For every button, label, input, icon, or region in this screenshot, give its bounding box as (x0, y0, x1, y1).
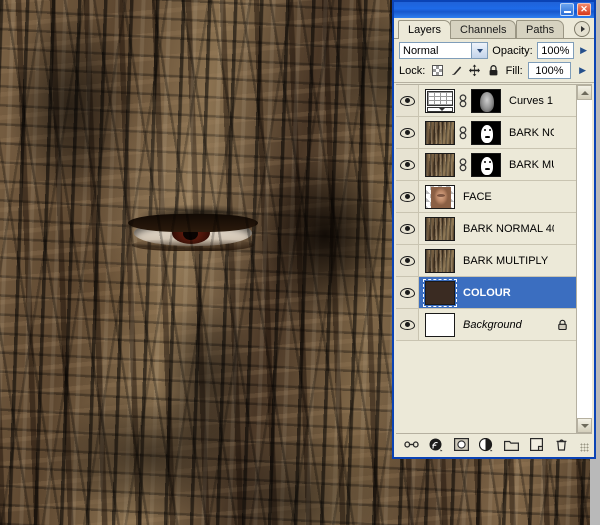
layer-list-scrollbar[interactable] (576, 85, 592, 433)
lock-all-icon[interactable] (487, 64, 501, 78)
layer-mask-link-icon[interactable] (458, 94, 468, 108)
layer-mask-link-icon[interactable] (458, 158, 468, 172)
layer-name: BARK MULTIPLY (463, 255, 554, 267)
layer-thumbnail[interactable] (425, 121, 455, 145)
layer-visibility-toggle[interactable] (396, 245, 419, 276)
layer-visibility-toggle[interactable] (396, 213, 419, 244)
new-adjustment-layer-icon[interactable] (479, 437, 494, 452)
layer-name: BARK NORMAL 40% (463, 223, 554, 235)
lock-label: Lock: (399, 65, 425, 77)
layer-style-fx-icon[interactable] (429, 437, 444, 452)
layer-visibility-toggle[interactable] (396, 85, 419, 116)
layer-mask-thumbnail[interactable] (471, 121, 501, 145)
layers-palette[interactable]: ✕ Layers Channels Paths Normal Opacity: … (392, 0, 596, 459)
tab-paths[interactable]: Paths (516, 20, 564, 38)
lock-image-pixels-icon[interactable] (449, 64, 463, 78)
link-layers-icon[interactable] (404, 437, 419, 452)
layer-thumbnail[interactable] (425, 89, 455, 113)
layer-list[interactable]: Curves 1 BARK NORMAL ... BARK MULTIPLY FACE… (396, 85, 576, 433)
new-layer-icon[interactable] (529, 437, 544, 452)
palette-tabstrip: Layers Channels Paths (394, 18, 594, 39)
layer-row[interactable]: BARK MULTIPLY (396, 245, 576, 277)
layer-row[interactable]: Background (396, 309, 576, 341)
layer-row[interactable]: BARK NORMAL ... (396, 117, 576, 149)
delete-layer-icon[interactable] (554, 437, 569, 452)
layer-list-container: Curves 1 BARK NORMAL ... BARK MULTIPLY FACE… (396, 84, 592, 433)
add-layer-mask-icon[interactable] (454, 437, 469, 452)
eye-icon (400, 288, 415, 298)
eye-icon (400, 320, 415, 330)
layer-row[interactable]: FACE (396, 181, 576, 213)
fill-label: Fill: (506, 65, 523, 77)
eye-icon (400, 128, 415, 138)
blend-mode-select[interactable]: Normal (399, 42, 488, 59)
lock-position-icon[interactable] (468, 64, 482, 78)
layers-bottom-toolbar (396, 433, 592, 455)
resize-grip[interactable] (580, 443, 589, 452)
opacity-input[interactable]: 100% (537, 42, 574, 59)
layer-name: COLOUR (463, 287, 554, 299)
fill-slider-arrow-icon[interactable]: ▶ (576, 62, 589, 79)
layer-row[interactable]: Curves 1 (396, 85, 576, 117)
minimize-button[interactable] (560, 3, 574, 16)
eye-icon (400, 96, 415, 106)
scroll-down-icon[interactable] (577, 418, 592, 433)
opacity-label: Opacity: (492, 45, 532, 57)
layer-thumbnail[interactable] (425, 281, 455, 305)
layer-name: BARK NORMAL ... (509, 127, 554, 139)
layer-mask-thumbnail[interactable] (471, 89, 501, 113)
layer-name: Background (463, 319, 554, 331)
layer-row[interactable]: BARK NORMAL 40% (396, 213, 576, 245)
layer-thumbnail[interactable] (425, 313, 455, 337)
layer-thumbnail[interactable] (425, 185, 455, 209)
layer-name: BARK MULTIPLY (509, 159, 554, 171)
opacity-slider-arrow-icon[interactable]: ▶ (578, 42, 589, 59)
lock-row: Lock: Fill: 100% ▶ (394, 61, 594, 83)
layer-visibility-toggle[interactable] (396, 117, 419, 148)
scroll-up-icon[interactable] (577, 85, 592, 100)
layer-mask-link-icon[interactable] (458, 126, 468, 140)
tab-channels[interactable]: Channels (450, 20, 516, 38)
layer-mask-thumbnail[interactable] (471, 153, 501, 177)
blend-mode-value: Normal (403, 45, 438, 57)
lock-transparency-icon[interactable] (430, 64, 444, 78)
layer-thumbnail[interactable] (425, 249, 455, 273)
eye-icon (400, 160, 415, 170)
eye-icon (400, 256, 415, 266)
layer-visibility-toggle[interactable] (396, 309, 419, 340)
eye-icon (400, 192, 415, 202)
layer-visibility-toggle[interactable] (396, 149, 419, 180)
layer-thumbnail[interactable] (425, 217, 455, 241)
layer-lock-indicator (554, 319, 570, 331)
chevron-down-icon[interactable] (471, 43, 487, 58)
layer-visibility-toggle[interactable] (396, 181, 419, 212)
palette-menu-icon[interactable] (574, 21, 590, 37)
layer-name: FACE (463, 191, 554, 203)
fill-input[interactable]: 100% (528, 62, 571, 79)
eye-icon (400, 224, 415, 234)
palette-titlebar[interactable]: ✕ (394, 2, 594, 18)
layer-thumbnail[interactable] (425, 153, 455, 177)
tab-layers[interactable]: Layers (398, 20, 451, 39)
layer-name: Curves 1 (509, 95, 554, 107)
blend-opacity-row: Normal Opacity: 100% ▶ (394, 39, 594, 61)
layer-visibility-toggle[interactable] (396, 277, 419, 308)
layer-row[interactable]: COLOUR (396, 277, 576, 309)
new-group-icon[interactable] (504, 437, 519, 452)
close-button[interactable]: ✕ (577, 3, 591, 16)
layer-row[interactable]: BARK MULTIPLY (396, 149, 576, 181)
